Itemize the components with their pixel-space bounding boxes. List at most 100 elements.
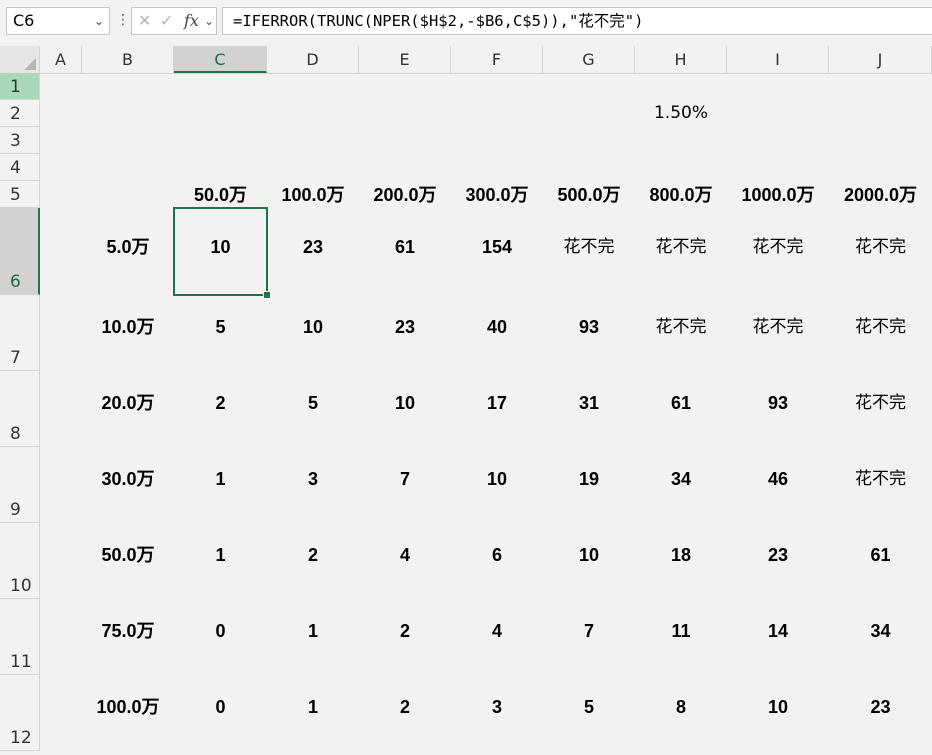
cell[interactable]: 10 [359, 391, 451, 415]
cell[interactable]: 100.0万 [267, 183, 359, 207]
cell[interactable]: 1000.0万 [727, 183, 829, 207]
cell[interactable]: 1 [174, 543, 267, 567]
cell[interactable]: 10 [267, 315, 359, 339]
chevron-down-icon[interactable]: ⌄ [94, 8, 104, 34]
cell[interactable]: 20.0万 [82, 391, 174, 415]
row-header-8[interactable]: 8 [0, 371, 40, 447]
cell[interactable]: 5.0万 [82, 235, 174, 259]
column-header-g[interactable]: G [543, 46, 635, 73]
cell[interactable]: 14 [727, 619, 829, 643]
column-header-b[interactable]: B [82, 46, 174, 73]
cell[interactable]: 34 [635, 467, 727, 491]
cell[interactable]: 1 [267, 619, 359, 643]
cell[interactable]: 40 [451, 315, 543, 339]
cell[interactable]: 7 [543, 619, 635, 643]
column-header-e[interactable]: E [359, 46, 451, 73]
cell[interactable]: 18 [635, 543, 727, 567]
cell[interactable]: 7 [359, 467, 451, 491]
cell[interactable]: 34 [829, 619, 932, 643]
select-all-button[interactable] [0, 46, 40, 73]
row-header-7[interactable]: 7 [0, 295, 40, 371]
cell[interactable]: 10.0万 [82, 315, 174, 339]
cell[interactable]: 花不完 [829, 467, 932, 491]
cell[interactable]: 4 [451, 619, 543, 643]
cell[interactable]: 23 [829, 695, 932, 719]
cell[interactable]: 17 [451, 391, 543, 415]
cell[interactable]: 8 [635, 695, 727, 719]
cell[interactable]: 23 [727, 543, 829, 567]
cell[interactable]: 5 [174, 315, 267, 339]
cell[interactable]: 75.0万 [82, 619, 174, 643]
cell[interactable]: 61 [359, 235, 451, 259]
row-header-2[interactable]: 2 [0, 100, 40, 127]
cell[interactable]: 100.0万 [82, 695, 174, 719]
cell[interactable]: 11 [635, 619, 727, 643]
row-header-12[interactable]: 12 [0, 675, 40, 751]
column-header-f[interactable]: F [451, 46, 543, 73]
row-header-11[interactable]: 11 [0, 599, 40, 675]
cell[interactable]: 2 [359, 619, 451, 643]
column-header-a[interactable]: A [40, 46, 82, 73]
cell[interactable]: 花不完 [829, 391, 932, 415]
cell[interactable]: 花不完 [543, 235, 635, 259]
cell[interactable]: 花不完 [727, 235, 829, 259]
name-box[interactable]: C6 ⌄ [6, 7, 110, 35]
cell[interactable]: 500.0万 [543, 183, 635, 207]
cell[interactable]: 3 [267, 467, 359, 491]
cell[interactable]: 46 [727, 467, 829, 491]
column-header-i[interactable]: I [727, 46, 829, 73]
cell[interactable]: 2 [174, 391, 267, 415]
cell[interactable]: 23 [359, 315, 451, 339]
row-header-4[interactable]: 4 [0, 154, 40, 181]
formula-input[interactable]: =IFERROR(TRUNC(NPER($H$2,-$B6,C$5)),"花不完… [222, 7, 932, 35]
row-header-6[interactable]: 6 [0, 208, 40, 295]
cell[interactable]: 花不完 [829, 235, 932, 259]
column-header-d[interactable]: D [267, 46, 359, 73]
cell[interactable]: 3 [451, 695, 543, 719]
row-header-1[interactable]: 1 [0, 73, 40, 100]
cell[interactable]: 200.0万 [359, 183, 451, 207]
cell[interactable]: 30.0万 [82, 467, 174, 491]
cell[interactable]: 2000.0万 [829, 183, 932, 207]
column-header-j[interactable]: J [829, 46, 932, 73]
chevron-down-icon[interactable]: ⌄ [204, 11, 214, 31]
cell[interactable]: 154 [451, 235, 543, 259]
cell[interactable]: 4 [359, 543, 451, 567]
cell[interactable]: 花不完 [635, 315, 727, 339]
row-header-3[interactable]: 3 [0, 127, 40, 154]
column-header-h[interactable]: H [635, 46, 727, 73]
cell[interactable]: 花不完 [635, 235, 727, 259]
cell[interactable]: 93 [727, 391, 829, 415]
fill-handle[interactable] [263, 291, 271, 299]
cell[interactable]: 5 [543, 695, 635, 719]
cell[interactable]: 10 [543, 543, 635, 567]
cell[interactable]: 10 [451, 467, 543, 491]
cell[interactable]: 10 [727, 695, 829, 719]
cell[interactable]: 0 [174, 695, 267, 719]
cell[interactable]: 2 [267, 543, 359, 567]
cell[interactable]: 50.0万 [82, 543, 174, 567]
column-header-c[interactable]: C [174, 46, 267, 73]
cell[interactable]: 300.0万 [451, 183, 543, 207]
cell[interactable]: 0 [174, 619, 267, 643]
cell[interactable]: 花不完 [727, 315, 829, 339]
cell[interactable]: 23 [267, 235, 359, 259]
cell[interactable]: 93 [543, 315, 635, 339]
row-header-10[interactable]: 10 [0, 523, 40, 599]
cell[interactable]: 花不完 [829, 315, 932, 339]
cell[interactable]: 1.50% [635, 101, 727, 125]
cell[interactable]: 19 [543, 467, 635, 491]
check-icon[interactable]: ✓ [160, 11, 173, 31]
more-options-icon[interactable]: ⋮ [116, 10, 130, 30]
cell[interactable]: 50.0万 [174, 183, 267, 207]
cancel-icon[interactable]: ✕ [138, 11, 151, 31]
cell[interactable]: 6 [451, 543, 543, 567]
cell[interactable]: 5 [267, 391, 359, 415]
cell[interactable]: 31 [543, 391, 635, 415]
fx-icon[interactable]: fx [184, 11, 199, 31]
row-header-9[interactable]: 9 [0, 447, 40, 523]
cell[interactable]: 1 [174, 467, 267, 491]
cell[interactable]: 800.0万 [635, 183, 727, 207]
cell[interactable]: 61 [829, 543, 932, 567]
cell[interactable]: 1 [267, 695, 359, 719]
